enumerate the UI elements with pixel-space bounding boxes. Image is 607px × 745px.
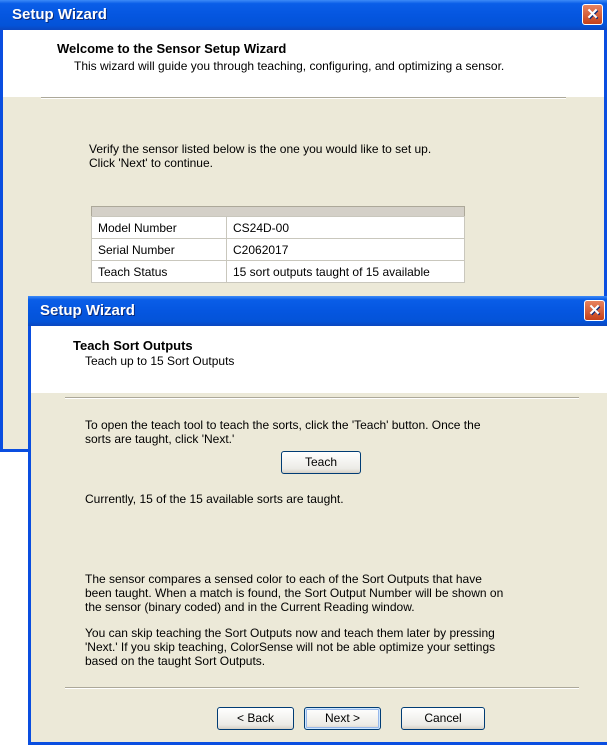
window-title: Setup Wizard bbox=[12, 6, 107, 23]
close-icon[interactable]: ✕ bbox=[582, 4, 603, 25]
header-separator bbox=[41, 97, 566, 99]
description-line-1: The sensor compares a sensed color to ea… bbox=[85, 572, 482, 586]
row-value: C2062017 bbox=[226, 238, 465, 261]
instruction-line-2: Click 'Next' to continue. bbox=[89, 156, 213, 170]
header-separator bbox=[65, 397, 579, 399]
row-label: Serial Number bbox=[91, 238, 227, 261]
header-subtitle: Teach up to 15 Sort Outputs bbox=[85, 354, 235, 368]
description-line-2: been taught. When a match is found, the … bbox=[85, 586, 504, 600]
close-icon[interactable]: ✕ bbox=[584, 300, 605, 321]
wizard-header: Welcome to the Sensor Setup Wizard This … bbox=[3, 30, 604, 97]
row-label: Teach Status bbox=[91, 260, 227, 283]
row-value: CS24D-00 bbox=[226, 216, 465, 239]
teach-instruction-line-1: To open the teach tool to teach the sort… bbox=[85, 418, 481, 432]
title-bar: Setup Wizard ✕ bbox=[28, 296, 607, 326]
header-title: Welcome to the Sensor Setup Wizard bbox=[57, 41, 287, 56]
header-subtitle: This wizard will guide you through teach… bbox=[74, 59, 505, 73]
status-text: Currently, 15 of the 15 available sorts … bbox=[85, 492, 344, 506]
skip-note-line-3: based on the taught Sort Outputs. bbox=[85, 654, 266, 668]
description-line-3: the sensor (binary coded) and in the Cur… bbox=[85, 600, 415, 614]
footer-separator bbox=[65, 687, 579, 689]
header-title: Teach Sort Outputs bbox=[73, 338, 193, 353]
table-row: Serial Number C2062017 bbox=[91, 238, 465, 261]
skip-note-line-2: 'Next.' If you skip teaching, ColorSense… bbox=[85, 640, 496, 654]
table-row: Teach Status 15 sort outputs taught of 1… bbox=[91, 260, 465, 283]
row-value: 15 sort outputs taught of 15 available bbox=[226, 260, 465, 283]
sensor-info-table: Model Number CS24D-00 Serial Number C206… bbox=[91, 216, 465, 283]
skip-note-line-1: You can skip teaching the Sort Outputs n… bbox=[85, 626, 495, 640]
teach-instruction-line-2: sorts are taught, click 'Next.' bbox=[85, 432, 235, 446]
wizard-header: Teach Sort Outputs Teach up to 15 Sort O… bbox=[31, 326, 607, 393]
row-label: Model Number bbox=[91, 216, 227, 239]
title-bar: Setup Wizard ✕ bbox=[0, 0, 607, 30]
cancel-button[interactable]: Cancel bbox=[401, 707, 485, 730]
setup-wizard-window-front: Setup Wizard ✕ Teach Sort Outputs Teach … bbox=[28, 296, 607, 745]
table-row: Model Number CS24D-00 bbox=[91, 216, 465, 239]
teach-button[interactable]: Teach bbox=[281, 451, 361, 474]
back-button[interactable]: < Back bbox=[217, 707, 294, 730]
instruction-line-1: Verify the sensor listed below is the on… bbox=[89, 142, 432, 156]
next-button[interactable]: Next > bbox=[304, 707, 381, 730]
window-title: Setup Wizard bbox=[40, 302, 135, 319]
